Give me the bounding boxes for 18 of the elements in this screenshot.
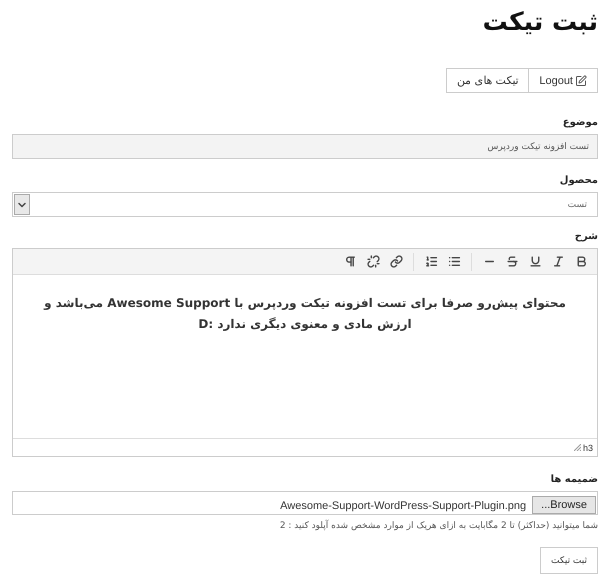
browse-button[interactable]: ...Browse — [532, 496, 596, 514]
editor-content: محتوای پیش‌رو صرفا برای تست افزونه تیکت وردپرس با Awesome Support می‌باشد و ارزش مادی و معنوی دیگری ندارد :D — [42, 295, 567, 333]
page-title: ثبت تیکت — [482, 8, 598, 36]
logout-button[interactable]: Logout — [528, 68, 598, 93]
edit-icon — [575, 74, 587, 86]
subject-field[interactable]: تست افزونه تیکت وردپرس — [12, 134, 598, 159]
element-path: h3 — [582, 442, 593, 452]
resize-grip-icon — [574, 444, 581, 451]
upload-hint: شما میتوانید (حداکثر) تا 2 مگابایت به ازای هریک از موارد مشخص شده آپلود کنید : 2 — [278, 521, 598, 531]
field-label: موضوع — [562, 117, 598, 128]
submit-button[interactable]: ثبت تیکت — [540, 547, 598, 574]
product-select[interactable]: تست — [12, 192, 598, 217]
field-label: ضمیمه ها — [550, 474, 598, 485]
file-name: Awesome-Support-WordPress-Support-Plugin.png — [280, 500, 526, 514]
file-field[interactable]: Awesome-Support-WordPress-Support-Plugin.png ...Browse — [12, 491, 598, 515]
nav-button[interactable]: تیکت های من — [446, 68, 530, 93]
field-label: محصول — [558, 175, 598, 186]
field-label: شرح — [574, 231, 598, 242]
